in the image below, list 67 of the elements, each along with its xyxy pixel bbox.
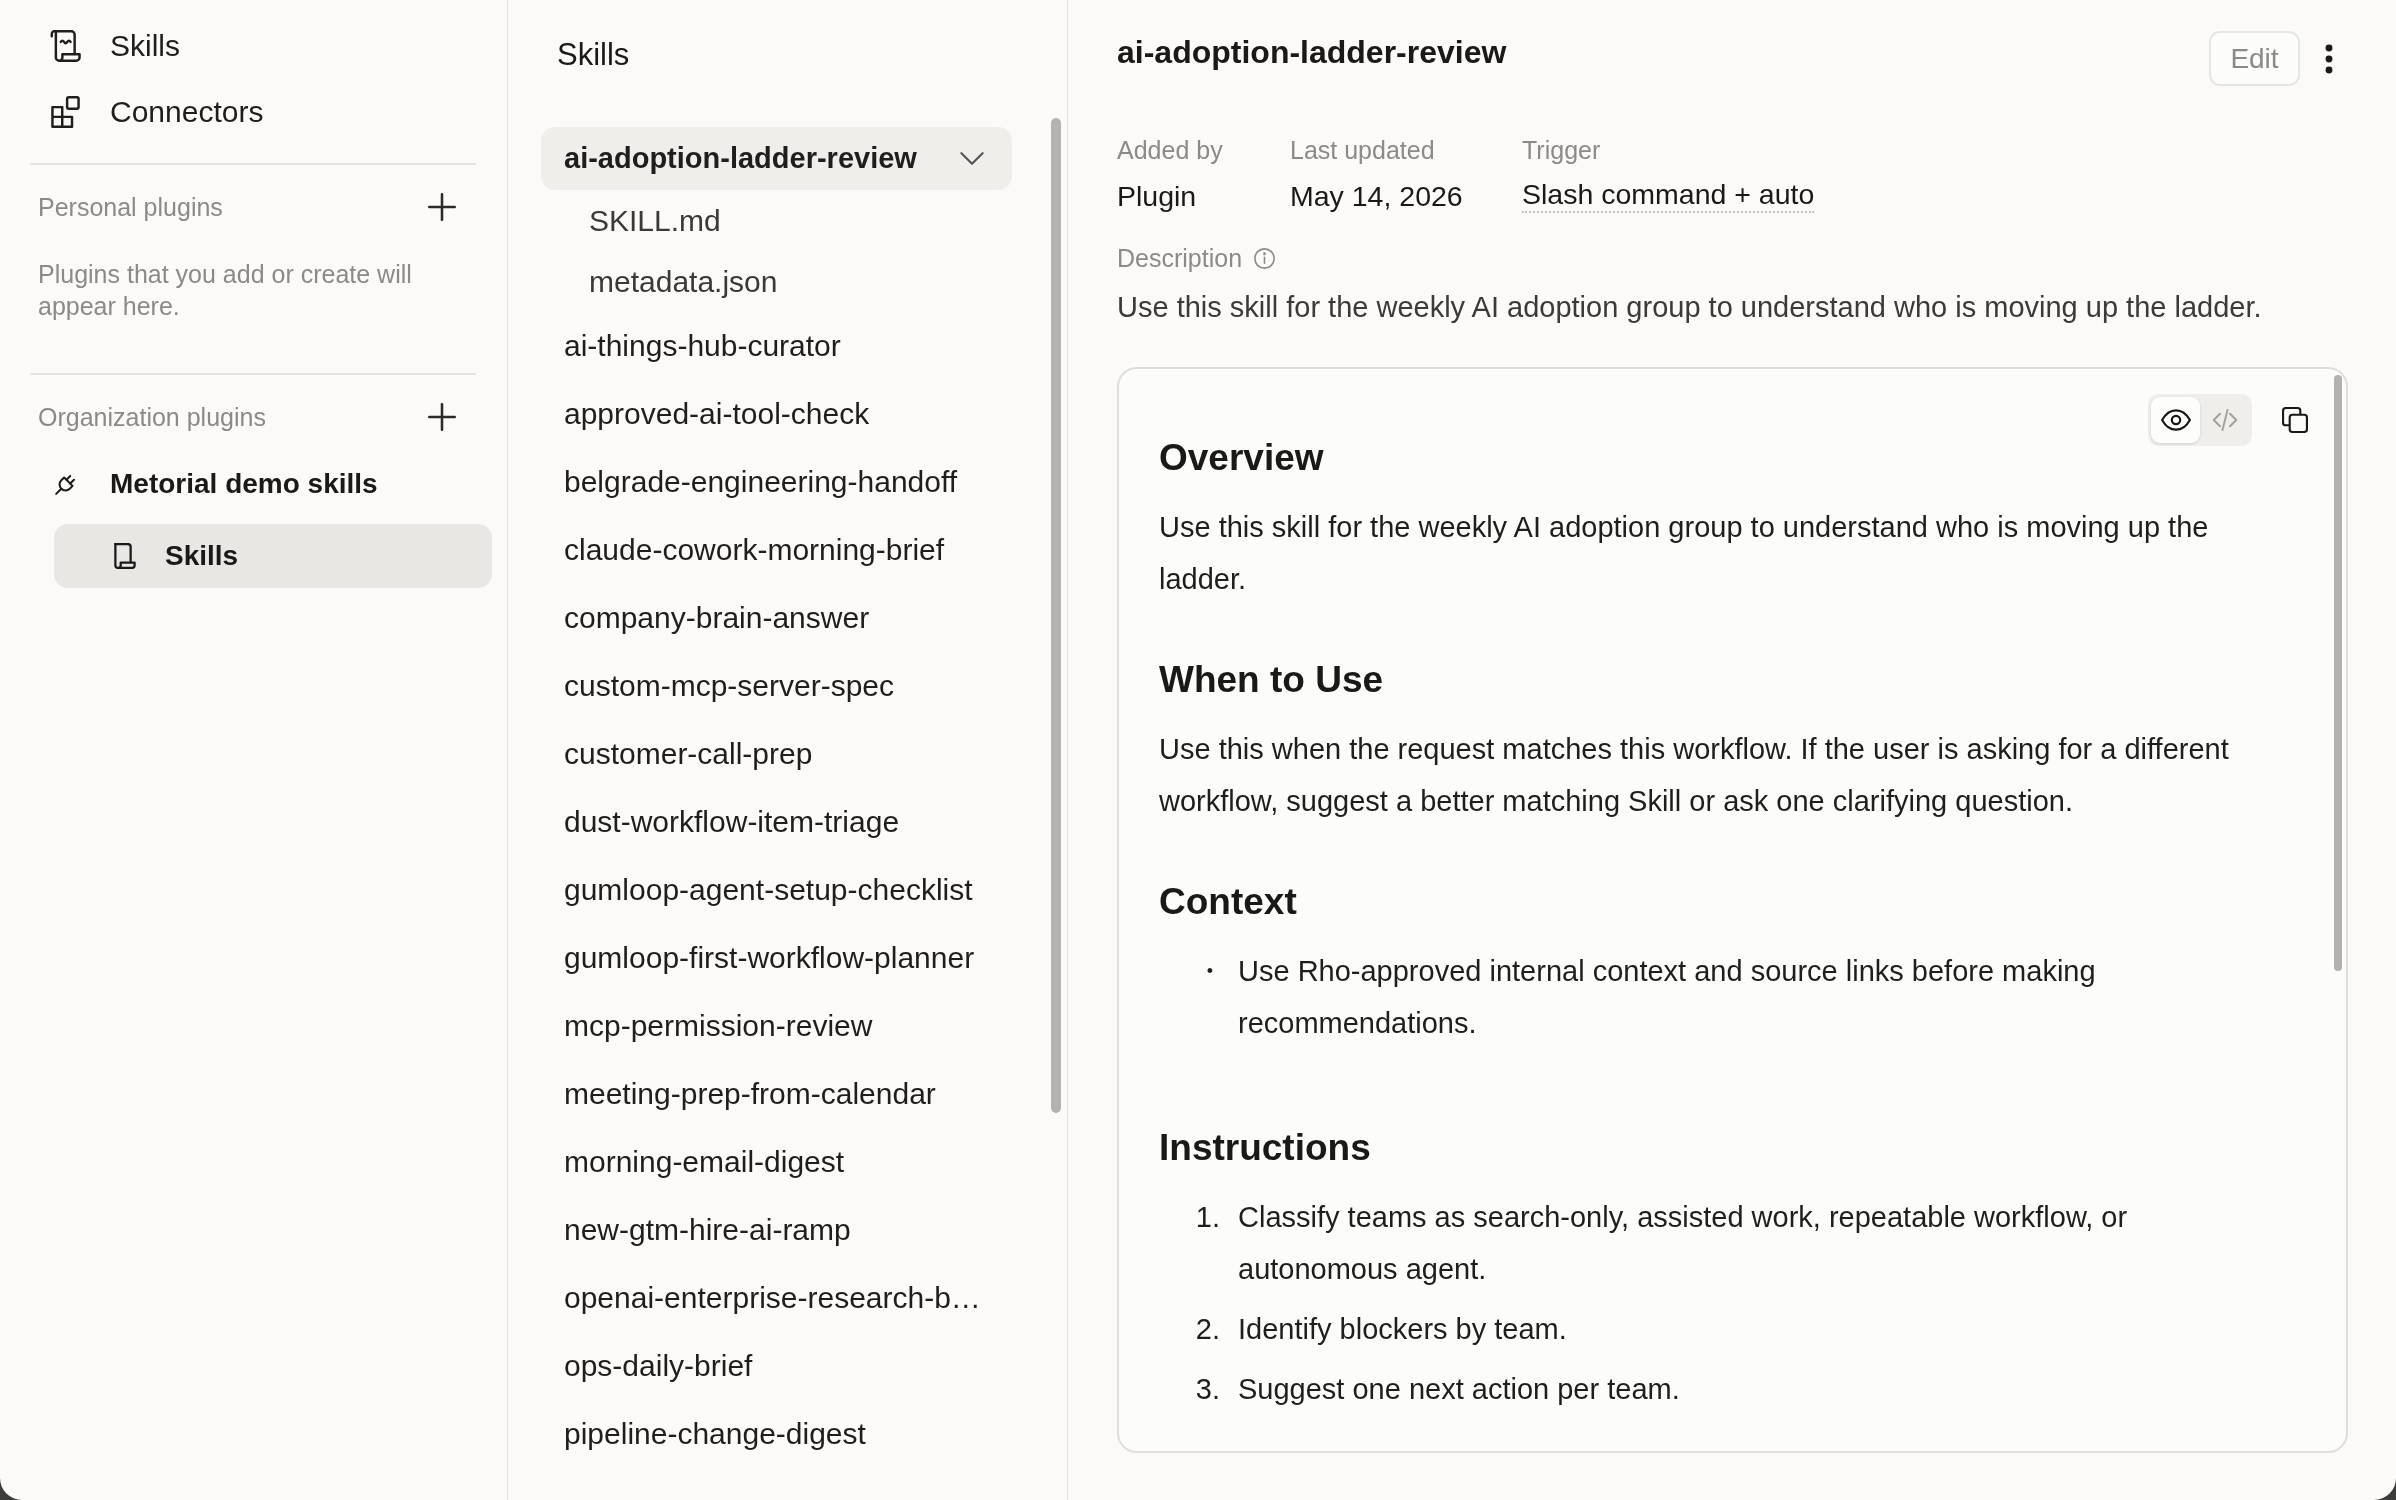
skill-item[interactable]: mcp-permission-review <box>541 992 1012 1060</box>
plugin-item[interactable]: Metorial demo skills <box>30 451 476 517</box>
copy-icon <box>2282 407 2308 433</box>
add-button[interactable] <box>428 403 456 431</box>
scroll-icon <box>114 543 136 569</box>
skill-item[interactable]: claude-cowork-morning-brief <box>541 516 1012 584</box>
meta-label: Trigger <box>1522 135 1601 165</box>
eye-icon <box>2160 409 2191 431</box>
skill-item[interactable]: ai-adoption-ladder-review <box>541 127 1012 190</box>
scrollbar[interactable] <box>2334 375 2342 971</box>
paragraph: Use this skill for the weekly AI adoption group to understand who is moving up the ladder. <box>1159 510 2210 597</box>
skill-item[interactable]: belgrade-engineering-handoff <box>541 448 1012 516</box>
skill-item[interactable]: ai-things-hub-curator <box>541 312 1012 380</box>
panel-title: Skills <box>557 36 631 74</box>
description-label: Description <box>1117 243 1243 273</box>
plus-icon <box>428 193 456 221</box>
skill-item[interactable]: morning-email-digest <box>541 1128 1012 1196</box>
list-number: 3. <box>1195 1372 1220 1407</box>
scroll-icon <box>50 30 81 62</box>
meta-value: May 14, 2026 <box>1290 179 1463 214</box>
skill-item[interactable]: new-gtm-hire-ai-ramp <box>541 1196 1012 1264</box>
blocks-icon <box>50 96 81 128</box>
skill-item[interactable]: openai-enterprise-research-b… <box>541 1264 1012 1332</box>
skill-item[interactable]: pipeline-change-digest <box>541 1400 1012 1468</box>
skill-item[interactable]: customer-call-prep <box>541 720 1012 788</box>
meta-label: Last updated <box>1290 135 1435 165</box>
nav-item[interactable]: Connectors <box>30 79 476 145</box>
skill-item[interactable]: approved-ai-tool-check <box>541 380 1012 448</box>
empty-state-text: Plugins that you add or create will appear here. <box>38 259 413 322</box>
file-item[interactable]: metadata.json <box>541 251 1012 312</box>
list-item-text: Suggest one next action per team. <box>1238 1372 1681 1407</box>
section-title: Personal plugins <box>38 192 223 222</box>
skill-item[interactable]: custom-mcp-server-spec <box>541 652 1012 720</box>
skill-item[interactable]: gumloop-first-workflow-planner <box>541 924 1012 992</box>
list-item-text: Classify teams as search-only, assisted work, repeatable workflow, or autonomous agent. <box>1238 1200 2129 1287</box>
list-item-text: Identify blockers by team. <box>1238 1312 1568 1347</box>
section-heading: When to Use <box>1159 658 1385 702</box>
skill-item[interactable]: dust-workflow-item-triage <box>541 788 1012 856</box>
skill-item[interactable]: meeting-prep-from-calendar <box>541 1060 1012 1128</box>
paragraph: Use this when the request matches this workflow. If the user is asking for a different workflow, suggest a better matching Skill or ask one clarifying question. <box>1159 732 2230 819</box>
section-heading: Instructions <box>1159 1126 1372 1170</box>
list-item-text: Use Rho-approved internal context and source links before making recommendations. <box>1238 954 2097 1041</box>
list-number: 2. <box>1195 1312 1220 1347</box>
info-icon[interactable] <box>1254 247 1276 269</box>
meta-label: Added by <box>1117 135 1223 165</box>
more-button[interactable] <box>2325 43 2333 74</box>
meta-value[interactable]: Slash command + auto <box>1522 177 1815 213</box>
nav-item[interactable]: Skills <box>30 13 476 79</box>
meta-value: Plugin <box>1117 179 1197 214</box>
skill-title: ai-adoption-ladder-review <box>1117 34 1507 71</box>
section-heading: Overview <box>1159 436 1325 480</box>
add-button[interactable] <box>428 193 456 221</box>
preview-button[interactable] <box>2151 397 2200 443</box>
bullet-marker: • <box>1206 960 1213 983</box>
more-icon <box>2325 43 2333 74</box>
description-text: Use this skill for the weekly AI adoption group to understand who is moving up the ladder. <box>1117 290 2263 325</box>
plus-icon <box>428 403 456 431</box>
skill-item[interactable]: ops-daily-brief <box>541 1332 1012 1400</box>
plugin-sub-item[interactable]: Skills <box>54 524 492 588</box>
list-number: 1. <box>1195 1200 1220 1235</box>
section-heading: Context <box>1159 880 1298 924</box>
scrollbar[interactable] <box>1051 118 1061 1113</box>
skill-item[interactable]: gumloop-agent-setup-checklist <box>541 856 1012 924</box>
copy-button[interactable] <box>2282 407 2308 433</box>
skill-item[interactable]: company-brain-answer <box>541 584 1012 652</box>
section-title: Organization plugins <box>38 402 266 432</box>
file-item[interactable]: SKILL.md <box>541 190 1012 251</box>
